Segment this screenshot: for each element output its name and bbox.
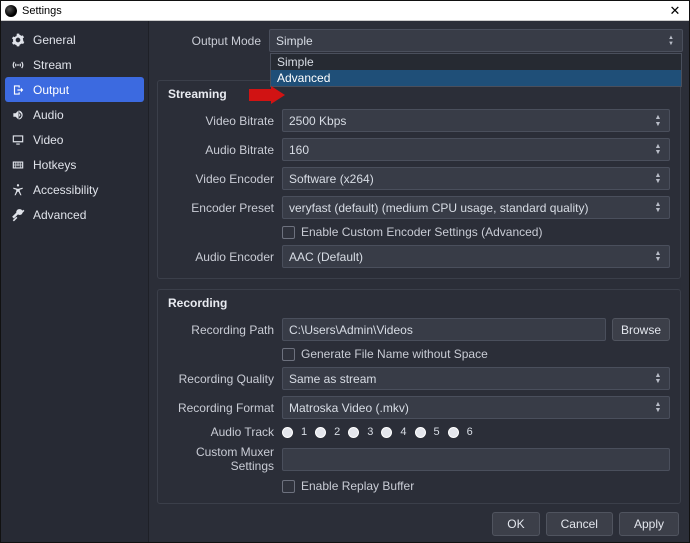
footer-buttons: OK Cancel Apply <box>155 508 683 542</box>
red-arrow-annotation <box>249 86 285 104</box>
recording-format-select[interactable]: Matroska Video (.mkv) ▲▼ <box>282 396 670 419</box>
audio-track-radio-6[interactable] <box>448 427 459 438</box>
output-mode-select[interactable]: Simple ▲▼ Simple Advanced <box>269 29 683 52</box>
output-mode-label: Output Mode <box>155 34 269 48</box>
audio-track-radio-4[interactable] <box>381 427 392 438</box>
chevron-updown-icon: ▲▼ <box>664 30 678 51</box>
sidebar-item-accessibility[interactable]: Accessibility <box>1 177 148 202</box>
sidebar-item-hotkeys[interactable]: Hotkeys <box>1 152 148 177</box>
checkbox-icon <box>282 226 295 239</box>
ok-button[interactable]: OK <box>492 512 539 536</box>
audio-track-group: 1 2 3 4 5 6 <box>282 426 473 438</box>
enable-replay-buffer-checkbox[interactable]: Enable Replay Buffer <box>282 479 414 493</box>
generate-filename-checkbox[interactable]: Generate File Name without Space <box>282 347 488 361</box>
sidebar-item-output[interactable]: Output <box>5 77 144 102</box>
recording-quality-label: Recording Quality <box>168 372 282 386</box>
tools-icon <box>11 208 25 222</box>
sidebar-item-video[interactable]: Video <box>1 127 148 152</box>
audio-bitrate-label: Audio Bitrate <box>168 143 282 157</box>
close-icon[interactable]: ✕ <box>665 3 685 19</box>
audio-bitrate-select[interactable]: 160 ▲▼ <box>282 138 670 161</box>
video-encoder-label: Video Encoder <box>168 172 282 186</box>
broadcast-icon <box>11 58 25 72</box>
generate-filename-label: Generate File Name without Space <box>301 347 488 361</box>
output-mode-option-advanced[interactable]: Advanced <box>271 70 681 86</box>
video-encoder-select[interactable]: Software (x264) ▲▼ <box>282 167 670 190</box>
apply-button[interactable]: Apply <box>619 512 679 536</box>
recording-heading: Recording <box>168 296 282 310</box>
monitor-icon <box>11 133 25 147</box>
encoder-preset-value: veryfast (default) (medium CPU usage, st… <box>289 201 588 215</box>
sidebar-item-label: Accessibility <box>33 183 98 197</box>
checkbox-icon <box>282 480 295 493</box>
video-encoder-value: Software (x264) <box>289 172 374 186</box>
sidebar-item-audio[interactable]: Audio <box>1 102 148 127</box>
sidebar-item-label: Advanced <box>33 208 86 222</box>
chevron-updown-icon: ▲▼ <box>651 168 665 189</box>
video-bitrate-input[interactable]: 2500 Kbps ▲▼ <box>282 109 670 132</box>
output-mode-value: Simple <box>276 34 313 48</box>
recording-path-input[interactable]: C:\Users\Admin\Videos <box>282 318 606 341</box>
recording-format-label: Recording Format <box>168 401 282 415</box>
audio-track-radio-2[interactable] <box>315 427 326 438</box>
enable-replay-buffer-label: Enable Replay Buffer <box>301 479 414 493</box>
sidebar-item-label: General <box>33 33 76 47</box>
sidebar-item-label: Hotkeys <box>33 158 76 172</box>
audio-track-radio-1[interactable] <box>282 427 293 438</box>
chevron-updown-icon: ▲▼ <box>651 139 665 160</box>
audio-bitrate-value: 160 <box>289 143 309 157</box>
settings-window: Settings ✕ General Stream Output <box>0 0 690 543</box>
recording-path-value: C:\Users\Admin\Videos <box>289 323 413 337</box>
app-icon <box>5 5 17 17</box>
recording-path-label: Recording Path <box>168 323 282 337</box>
encoder-preset-label: Encoder Preset <box>168 201 282 215</box>
settings-body: General Stream Output Audio <box>1 21 689 542</box>
sidebar-item-label: Video <box>33 133 63 147</box>
chevron-updown-icon: ▲▼ <box>651 197 665 218</box>
encoder-preset-select[interactable]: veryfast (default) (medium CPU usage, st… <box>282 196 670 219</box>
sidebar-item-label: Audio <box>33 108 64 122</box>
chevron-updown-icon: ▲▼ <box>651 397 665 418</box>
video-bitrate-label: Video Bitrate <box>168 114 282 128</box>
spinner-arrows-icon[interactable]: ▲▼ <box>651 110 665 131</box>
audio-encoder-select[interactable]: AAC (Default) ▲▼ <box>282 245 670 268</box>
video-bitrate-value: 2500 Kbps <box>289 114 346 128</box>
streaming-section: Streaming Video Bitrate 2500 Kbps ▲▼ Aud… <box>157 80 681 279</box>
sidebar-item-label: Output <box>33 83 69 97</box>
sidebar-item-stream[interactable]: Stream <box>1 52 148 77</box>
content-area: Output Mode Simple ▲▼ Simple Advanced <box>149 21 689 542</box>
recording-quality-select[interactable]: Same as stream ▲▼ <box>282 367 670 390</box>
checkbox-icon <box>282 348 295 361</box>
audio-track-radio-3[interactable] <box>348 427 359 438</box>
audio-encoder-value: AAC (Default) <box>289 250 363 264</box>
sidebar-item-advanced[interactable]: Advanced <box>1 202 148 227</box>
window-title: Settings <box>22 5 665 17</box>
audio-track-radio-5[interactable] <box>415 427 426 438</box>
speaker-icon <box>11 108 25 122</box>
output-mode-option-simple[interactable]: Simple <box>271 54 681 70</box>
sidebar-item-general[interactable]: General <box>1 27 148 52</box>
sidebar-item-label: Stream <box>33 58 72 72</box>
output-mode-dropdown[interactable]: Simple Advanced <box>270 53 682 87</box>
content-scroll: Output Mode Simple ▲▼ Simple Advanced <box>155 25 683 508</box>
enable-custom-encoder-checkbox[interactable]: Enable Custom Encoder Settings (Advanced… <box>282 225 542 239</box>
recording-quality-value: Same as stream <box>289 372 376 386</box>
audio-encoder-label: Audio Encoder <box>168 250 282 264</box>
audio-track-label: Audio Track <box>168 425 282 439</box>
custom-muxer-input[interactable] <box>282 448 670 471</box>
sidebar: General Stream Output Audio <box>1 21 149 542</box>
cancel-button[interactable]: Cancel <box>546 512 613 536</box>
accessibility-icon <box>11 183 25 197</box>
recording-format-value: Matroska Video (.mkv) <box>289 401 409 415</box>
output-icon <box>11 83 25 97</box>
keyboard-icon <box>11 158 25 172</box>
custom-muxer-label: Custom Muxer Settings <box>168 445 282 473</box>
recording-section: Recording Recording Path C:\Users\Admin\… <box>157 289 681 504</box>
chevron-updown-icon: ▲▼ <box>651 368 665 389</box>
gear-icon <box>11 33 25 47</box>
titlebar: Settings ✕ <box>1 1 689 21</box>
browse-button[interactable]: Browse <box>612 318 670 341</box>
chevron-updown-icon: ▲▼ <box>651 246 665 267</box>
enable-custom-encoder-label: Enable Custom Encoder Settings (Advanced… <box>301 225 542 239</box>
